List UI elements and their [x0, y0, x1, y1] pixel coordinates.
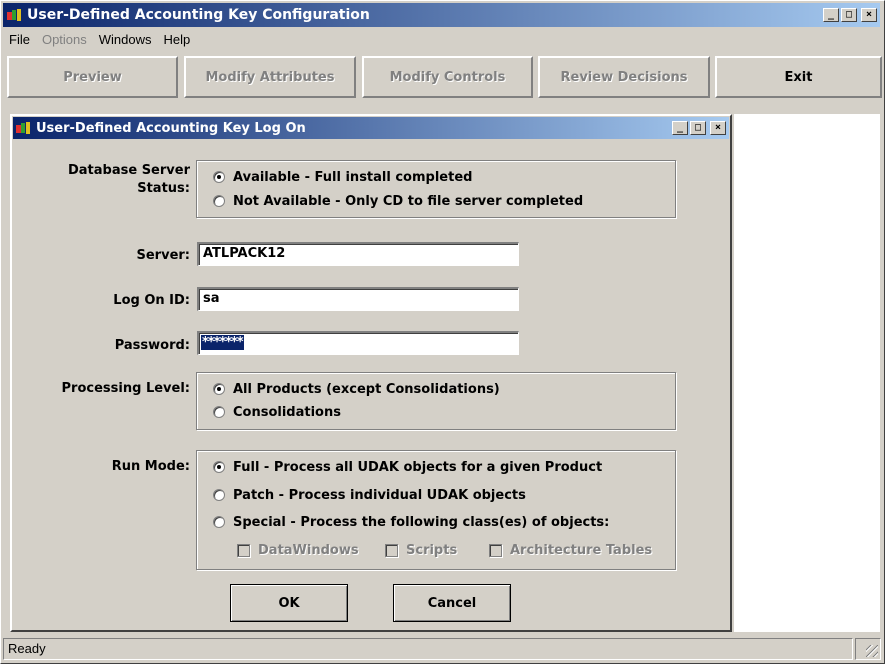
run-full-label: Full - Process all UDAK objects for a gi…: [233, 459, 603, 475]
run-patch-option[interactable]: Patch - Process individual UDAK objects: [213, 485, 526, 505]
run-special-label: Special - Process the following class(es…: [233, 514, 610, 530]
menu-windows[interactable]: Windows: [93, 32, 158, 47]
main-titlebar: User-Defined Accounting Key Configuratio…: [3, 3, 880, 27]
consolidations-radio[interactable]: [213, 406, 225, 418]
menu-file[interactable]: File: [3, 32, 36, 47]
workspace-pane: [734, 114, 880, 632]
server-input[interactable]: ATLPACK12: [197, 242, 519, 266]
all-products-label: All Products (except Consolidations): [233, 381, 500, 397]
password-label: Password:: [114, 338, 190, 353]
db-available-label: Available - Full install completed: [233, 169, 473, 185]
run-special-radio[interactable]: [213, 516, 225, 528]
architecture-tables-checkbox[interactable]: [489, 544, 502, 557]
password-input[interactable]: *******: [197, 331, 519, 355]
scripts-option[interactable]: Scripts: [385, 543, 457, 558]
menu-bar: File Options Windows Help: [3, 28, 196, 50]
app-icon: [7, 8, 23, 22]
status-bar: Ready: [3, 638, 853, 660]
db-status-label-line1: Database Server: [67, 163, 190, 178]
run-full-option[interactable]: Full - Process all UDAK objects for a gi…: [213, 457, 602, 477]
minimize-icon[interactable]: _: [823, 8, 839, 22]
window-title: User-Defined Accounting Key Configuratio…: [27, 7, 370, 23]
close-icon[interactable]: ×: [861, 8, 877, 22]
dialog-app-icon: [16, 121, 32, 135]
exit-button[interactable]: Exit: [715, 56, 882, 98]
logon-id-input[interactable]: sa: [197, 287, 519, 311]
db-status-label-line2: Status:: [137, 181, 190, 196]
architecture-tables-option[interactable]: Architecture Tables: [489, 543, 652, 558]
dialog-close-icon[interactable]: ×: [710, 121, 726, 135]
db-status-group: Available - Full install completed Not A…: [196, 160, 676, 218]
db-available-radio[interactable]: [213, 171, 225, 183]
db-not-available-radio[interactable]: [213, 195, 225, 207]
review-decisions-button[interactable]: Review Decisions: [538, 56, 710, 98]
cancel-button[interactable]: Cancel: [393, 584, 511, 622]
db-available-option[interactable]: Available - Full install completed: [213, 167, 472, 187]
maximize-icon[interactable]: □: [841, 8, 857, 22]
modify-attributes-button[interactable]: Modify Attributes: [184, 56, 356, 98]
preview-button[interactable]: Preview: [7, 56, 178, 98]
menu-help[interactable]: Help: [158, 32, 197, 47]
consolidations-label: Consolidations: [233, 404, 341, 420]
processing-level-label: Processing Level:: [61, 381, 190, 396]
datawindows-label: DataWindows: [258, 543, 359, 558]
server-label: Server:: [136, 248, 191, 263]
processing-level-group: All Products (except Consolidations) Con…: [196, 372, 676, 430]
dialog-maximize-icon[interactable]: □: [690, 121, 706, 135]
modify-controls-button[interactable]: Modify Controls: [362, 56, 533, 98]
all-products-option[interactable]: All Products (except Consolidations): [213, 379, 500, 399]
logon-id-label: Log On ID:: [113, 293, 190, 308]
scripts-label: Scripts: [406, 543, 458, 558]
dialog-titlebar: User-Defined Accounting Key Log On _ □ ×: [13, 117, 729, 139]
run-mode-group: Full - Process all UDAK objects for a gi…: [196, 450, 676, 570]
datawindows-option[interactable]: DataWindows: [237, 543, 359, 558]
run-patch-radio[interactable]: [213, 489, 225, 501]
run-full-radio[interactable]: [213, 461, 225, 473]
db-status-label: Database Server Status:: [20, 162, 190, 198]
architecture-tables-label: Architecture Tables: [510, 543, 653, 558]
logon-dialog: User-Defined Accounting Key Log On _ □ ×…: [10, 114, 732, 632]
db-not-available-option[interactable]: Not Available - Only CD to file server c…: [213, 191, 583, 211]
run-special-option[interactable]: Special - Process the following class(es…: [213, 512, 609, 532]
dialog-title: User-Defined Accounting Key Log On: [36, 120, 306, 136]
all-products-radio[interactable]: [213, 383, 225, 395]
resize-grip-icon[interactable]: [866, 645, 878, 657]
ok-button[interactable]: OK: [230, 584, 348, 622]
dialog-minimize-icon[interactable]: _: [672, 121, 688, 135]
db-not-available-label: Not Available - Only CD to file server c…: [233, 193, 584, 209]
menu-options[interactable]: Options: [36, 32, 93, 47]
status-bar-resize-area: [855, 638, 881, 660]
datawindows-checkbox[interactable]: [237, 544, 250, 557]
run-mode-label: Run Mode:: [111, 459, 190, 474]
run-patch-label: Patch - Process individual UDAK objects: [233, 487, 526, 503]
consolidations-option[interactable]: Consolidations: [213, 402, 341, 422]
scripts-checkbox[interactable]: [385, 544, 398, 557]
password-value: *******: [201, 335, 244, 350]
